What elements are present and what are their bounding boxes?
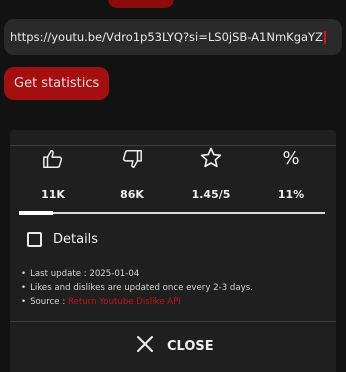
info-item-source: • Source : Return Youtube Dislike API — [21, 297, 181, 307]
dislikes-count: 86K — [120, 188, 144, 201]
thumbs-down-icon — [102, 144, 162, 170]
source-link[interactable]: Return Youtube Dislike API — [68, 297, 181, 307]
close-icon — [136, 335, 154, 357]
dislikes-stat: 86K — [102, 144, 162, 201]
close-button[interactable]: CLOSE — [136, 335, 214, 357]
percent-icon: % — [282, 148, 300, 169]
rating-bar — [19, 212, 325, 214]
rating-stat: 1.45/5 — [181, 144, 241, 201]
info-item-last-update: • Last update : 2025-01-04 — [21, 269, 140, 279]
ratio-stat: % 11% — [261, 144, 321, 201]
close-label: CLOSE — [167, 338, 214, 354]
star-icon — [181, 144, 241, 170]
info-list: • Last update : 2025-01-04 • Likes and dis… — [21, 267, 253, 309]
info-item-refresh-note: • Likes and dislikes are updated once eve… — [21, 283, 253, 293]
likes-count: 11K — [41, 188, 65, 201]
thumbs-up-icon — [23, 144, 83, 170]
details-checkbox[interactable] — [27, 232, 42, 247]
details-label: Details — [53, 232, 99, 247]
likes-stat: 11K — [23, 144, 83, 201]
details-toggle[interactable]: Details — [27, 232, 98, 247]
video-url-input[interactable]: https://youtu.be/Vdro1p53LYQ?si=LS0jSB-A… — [4, 19, 342, 55]
statistics-dialog: 11K 86K 1.45/5 % 11% Details • Last updat… — [10, 130, 336, 372]
top-button-partial[interactable] — [108, 0, 174, 8]
rating-bar-fill — [19, 211, 53, 215]
text-caret — [323, 31, 326, 44]
video-url-value: https://youtu.be/Vdro1p53LYQ?si=LS0jSB-A… — [10, 30, 323, 44]
get-statistics-button[interactable]: Get statistics — [4, 67, 110, 100]
rating-value: 1.45/5 — [191, 188, 231, 201]
dialog-bottom-divider — [10, 321, 336, 322]
ratio-value: 11% — [277, 188, 305, 201]
